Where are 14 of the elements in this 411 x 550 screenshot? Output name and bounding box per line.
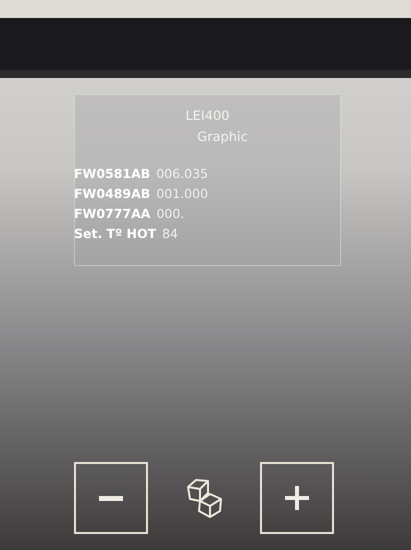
reading-value: 84 xyxy=(162,226,178,241)
reading-value: 000. xyxy=(156,206,184,221)
minus-icon xyxy=(99,496,123,500)
mode-label: Graphic xyxy=(196,129,249,145)
reading-label: Set. Tº HOT xyxy=(74,226,156,241)
reading-label: FW0777AA xyxy=(74,206,150,221)
cubes-icon xyxy=(184,477,224,519)
reading-value: 006.035 xyxy=(156,166,208,181)
plus-key[interactable] xyxy=(260,462,334,534)
minus-key[interactable] xyxy=(74,462,148,534)
reading-value: 001.000 xyxy=(156,186,208,201)
reading-label: FW0581AB xyxy=(74,166,150,181)
plus-icon xyxy=(284,485,310,511)
reading-label: FW0489AB xyxy=(74,186,150,201)
